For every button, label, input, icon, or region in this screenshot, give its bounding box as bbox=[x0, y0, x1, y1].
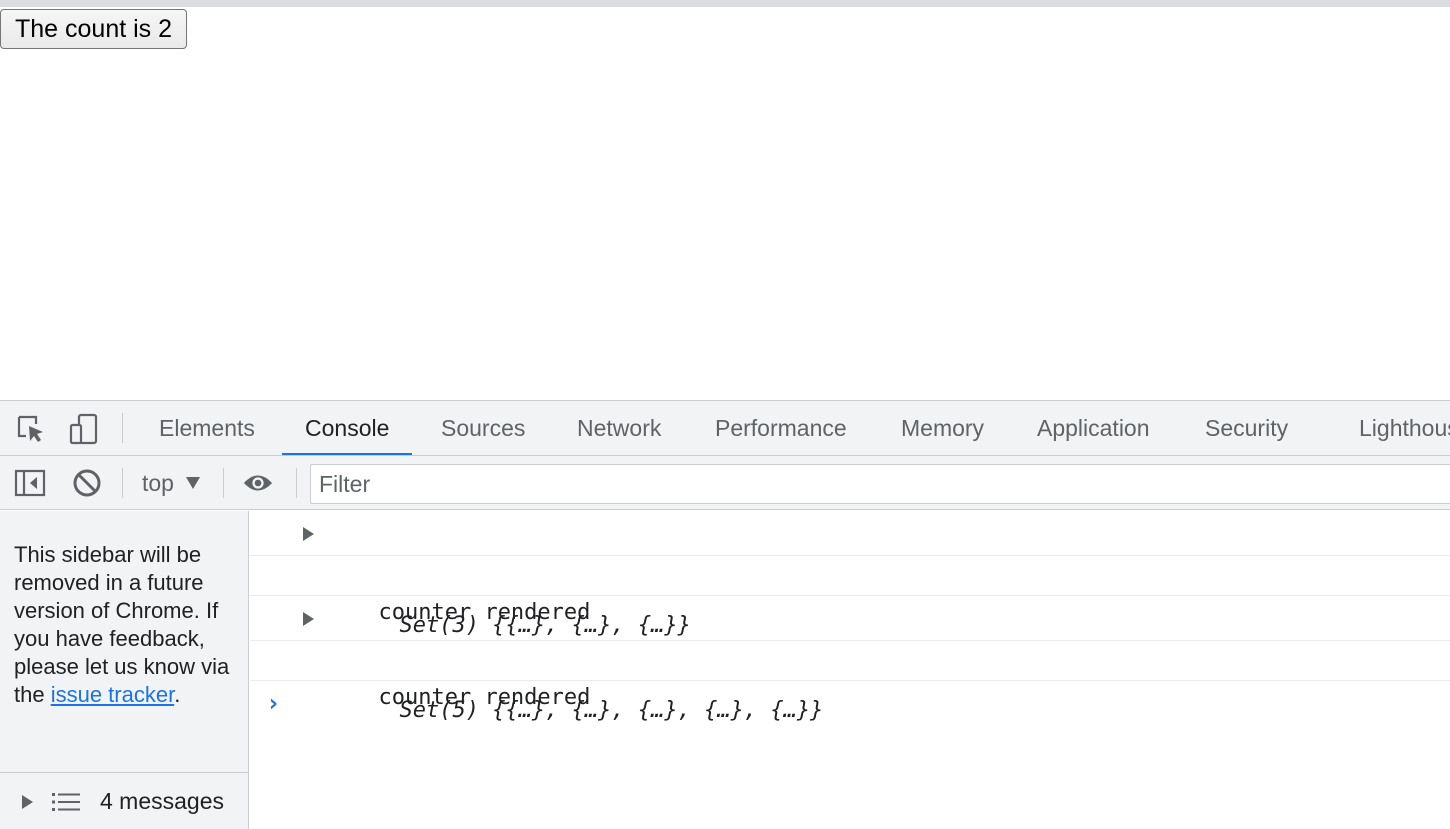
sidebar-deprecation-note: This sidebar will be removed in a future… bbox=[14, 541, 242, 709]
messages-count-label: 4 messages bbox=[100, 788, 225, 814]
show-sidebar-icon[interactable] bbox=[14, 467, 46, 499]
execution-context-label: top bbox=[142, 469, 174, 496]
tab-security[interactable]: Security bbox=[1182, 401, 1311, 455]
clear-console-icon[interactable] bbox=[71, 467, 103, 499]
console-message: counter rendered bbox=[250, 641, 1450, 710]
expand-triangle-icon[interactable] bbox=[303, 612, 314, 626]
console-message: counter rendered bbox=[250, 556, 1450, 625]
filter-input[interactable] bbox=[310, 464, 1450, 504]
tab-console[interactable]: Console bbox=[282, 401, 413, 455]
execution-context-select[interactable]: top bbox=[132, 467, 210, 499]
tab-network[interactable]: Network bbox=[554, 401, 684, 455]
count-button[interactable]: The count is 2 bbox=[0, 9, 188, 49]
expand-triangle-icon[interactable] bbox=[303, 527, 314, 541]
device-toolbar-icon[interactable] bbox=[68, 413, 100, 445]
toolbar-separator bbox=[223, 468, 224, 498]
console-prompt-input[interactable] bbox=[298, 685, 1438, 717]
toolbar-separator bbox=[122, 468, 123, 498]
page-viewport: The count is 2 bbox=[0, 0, 1450, 400]
message-list-icon bbox=[52, 791, 82, 813]
console-log: Set(3) {{…}, {…}, {…}} counter rendered … bbox=[250, 511, 1450, 829]
sidebar-item-messages[interactable]: 4 messages bbox=[0, 772, 248, 829]
tab-memory[interactable]: Memory bbox=[878, 401, 1007, 455]
sidebar-note-end: . bbox=[174, 682, 181, 707]
console-message: Set(5) {{…}, {…}, {…}, {…}, {…}} bbox=[250, 596, 1450, 723]
tab-performance[interactable]: Performance bbox=[692, 401, 870, 455]
console-prompt[interactable]: › bbox=[250, 681, 1450, 721]
tab-elements[interactable]: Elements bbox=[136, 401, 278, 455]
console-message: Set(3) {{…}, {…}, {…}} bbox=[250, 511, 1450, 638]
tab-lighthouse[interactable]: Lighthouse bbox=[1336, 401, 1450, 455]
console-sidebar: This sidebar will be removed in a future… bbox=[0, 511, 249, 829]
devtools-tabbar: Elements Console Sources Network Perform… bbox=[0, 401, 1450, 456]
expand-triangle-icon bbox=[22, 795, 33, 809]
issue-tracker-link[interactable]: issue tracker bbox=[51, 682, 175, 707]
tab-sources[interactable]: Sources bbox=[418, 401, 548, 455]
console-toolbar: top bbox=[0, 456, 1450, 510]
chevron-down-icon bbox=[185, 477, 200, 489]
prompt-chevron-icon: › bbox=[266, 689, 281, 717]
tabbar-separator bbox=[122, 413, 123, 443]
tab-application[interactable]: Application bbox=[1014, 401, 1173, 455]
live-expression-icon[interactable] bbox=[242, 467, 274, 499]
devtools-panel: Elements Console Sources Network Perform… bbox=[0, 400, 1450, 829]
inspect-element-icon[interactable] bbox=[15, 413, 47, 445]
toolbar-separator bbox=[296, 468, 297, 498]
